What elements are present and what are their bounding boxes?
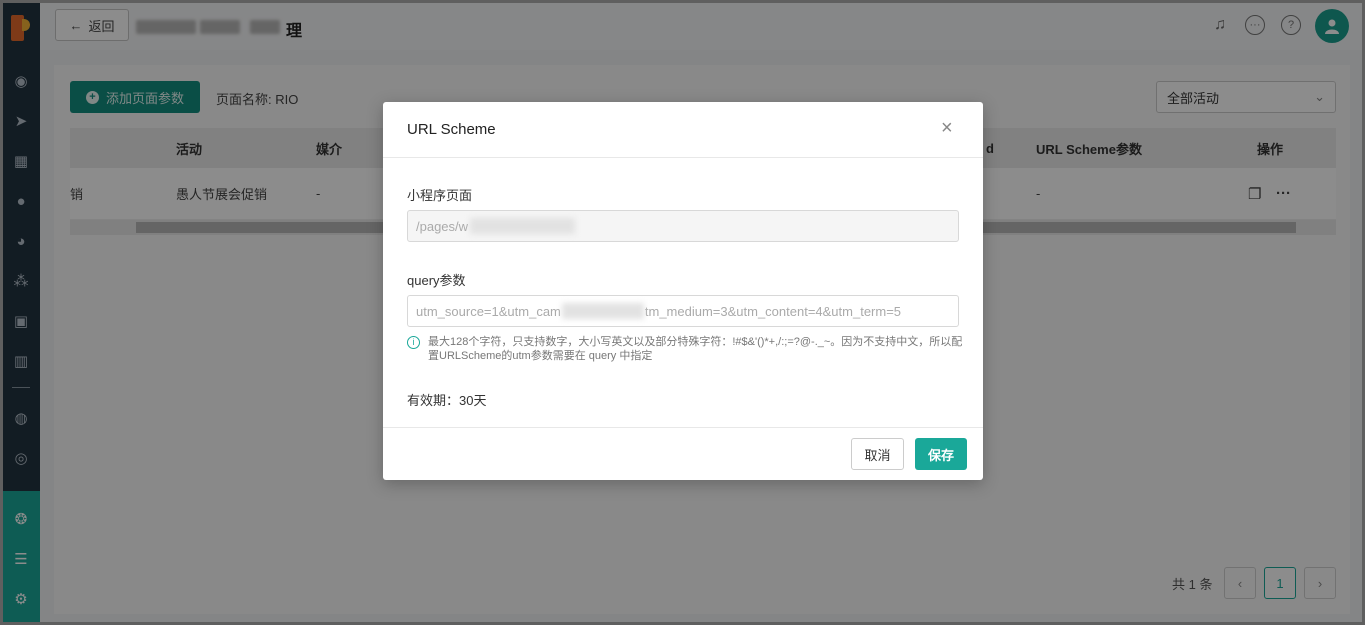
dialog-header: URL Scheme × <box>383 102 983 158</box>
query-hint: i 最大128个字符，只支持数字，大小写英文以及部分特殊字符：!#$&'()*+… <box>407 335 967 363</box>
query-value-start: utm_source=1&utm_cam <box>416 303 561 319</box>
dialog-title: URL Scheme <box>407 121 496 138</box>
hint-text: 最大128个字符，只支持数字，大小写英文以及部分特殊字符：!#$&'()*+,/… <box>428 336 963 362</box>
url-scheme-dialog: URL Scheme × 小程序页面 /pages/w query参数 utm_… <box>383 102 983 480</box>
redacted-path <box>470 218 576 234</box>
close-icon[interactable]: × <box>941 118 953 138</box>
query-params-input[interactable]: utm_source=1&utm_cam tm_medium=3&utm_con… <box>407 295 959 327</box>
validity-text: 有效期：30天 <box>407 393 487 408</box>
miniprogram-page-value: /pages/w <box>416 218 469 234</box>
cancel-button[interactable]: 取消 <box>851 438 904 470</box>
dialog-footer: 取消 保存 <box>383 427 983 480</box>
miniprogram-page-label: 小程序页面 <box>407 188 473 203</box>
app-frame: ◉ ➤ ▦ ● ◕ ⁂ ▣ ▥ ◍ ◎ ❂ ☰ ⚙ ← 返回 理 ♫ ··· ? <box>3 3 1362 622</box>
miniprogram-page-input: /pages/w <box>407 210 959 242</box>
query-params-label: query参数 <box>407 273 466 288</box>
save-button[interactable]: 保存 <box>915 438 967 470</box>
query-value-end: tm_medium=3&utm_content=4&utm_term=5 <box>644 303 902 319</box>
redacted-query <box>561 303 644 319</box>
info-icon: i <box>407 336 420 349</box>
